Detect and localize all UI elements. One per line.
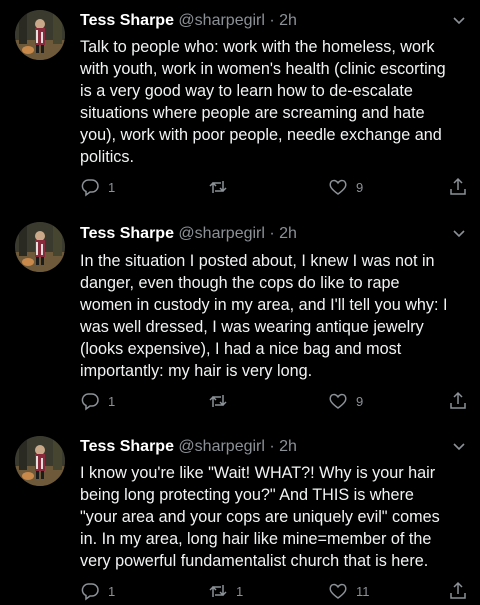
text-line: very powerful fundamentalist church that… — [80, 552, 429, 570]
retweet-icon — [209, 585, 227, 597]
heart-icon — [329, 393, 347, 409]
avatar[interactable] — [15, 436, 65, 486]
display-name[interactable]: Tess Sharpe — [80, 438, 174, 455]
reply-icon — [81, 583, 99, 601]
text-line: "your area and your cops are uniquely ev… — [80, 508, 440, 526]
text-line: politics. — [80, 148, 134, 166]
separator: · — [269, 438, 275, 455]
heart-icon — [329, 179, 347, 195]
share-icon — [450, 391, 466, 409]
tweet-actions: 1 9 — [80, 391, 470, 415]
like-count: 9 — [356, 179, 364, 195]
like-count: 9 — [356, 393, 364, 409]
share-button[interactable] — [448, 177, 468, 197]
handle[interactable]: @sharpegirl — [178, 12, 265, 29]
reply-count: 1 — [108, 393, 116, 409]
heart-icon — [329, 583, 347, 599]
text-line: In the situation I posted about, I knew … — [80, 252, 435, 270]
text-line: danger, even though the cops do like to … — [80, 274, 400, 292]
display-name[interactable]: Tess Sharpe — [80, 12, 174, 29]
handle[interactable]: @sharpegirl — [178, 225, 265, 242]
text-line: being long protecting you?" And THIS is … — [80, 486, 414, 504]
tweet-actions: 1 1 11 — [80, 581, 470, 605]
retweet-icon — [209, 395, 227, 407]
like-button[interactable]: 9 — [328, 177, 363, 197]
text-line: Talk to people who: work with the homele… — [80, 38, 435, 56]
reply-button[interactable]: 1 — [80, 581, 115, 601]
retweet-button[interactable] — [208, 177, 236, 197]
avatar[interactable] — [15, 10, 65, 60]
tweet-actions: 1 9 — [80, 177, 470, 201]
retweet-button[interactable]: 1 — [208, 581, 243, 601]
text-line: women in custody in my area, and I'll te… — [80, 296, 448, 314]
tweet-text: Talk to people who: work with the homele… — [80, 36, 468, 168]
reply-icon — [81, 393, 99, 411]
chevron-down-icon[interactable] — [452, 442, 466, 452]
text-line: (looks expensive), I had a nice bag and … — [80, 340, 402, 358]
handle[interactable]: @sharpegirl — [178, 438, 265, 455]
tweet-header: Tess Sharpe @sharpegirl · 2h — [80, 225, 297, 243]
text-line: in. In my area, long hair like mine=memb… — [80, 530, 432, 548]
timestamp[interactable]: 2h — [279, 438, 297, 455]
share-button[interactable] — [448, 391, 468, 411]
text-line: with youth, work in women's health (clin… — [80, 60, 446, 78]
text-line: you), work with poor people, needle exch… — [80, 126, 442, 144]
tweet-header: Tess Sharpe @sharpegirl · 2h — [80, 438, 297, 456]
reply-icon — [81, 179, 99, 197]
timestamp[interactable]: 2h — [279, 12, 297, 29]
share-button[interactable] — [448, 581, 468, 601]
avatar[interactable] — [15, 222, 65, 272]
retweet-icon — [209, 181, 227, 193]
share-icon — [450, 177, 466, 195]
text-line: importantly: my hair is very long. — [80, 362, 313, 380]
reply-button[interactable]: 1 — [80, 391, 115, 411]
text-line: situations where people are screaming an… — [80, 104, 425, 122]
text-line: is a very good way to learn how to de-es… — [80, 82, 413, 100]
retweet-button[interactable] — [208, 391, 236, 411]
reply-count: 1 — [108, 583, 116, 599]
like-button[interactable]: 11 — [328, 581, 370, 601]
chevron-down-icon[interactable] — [452, 229, 466, 239]
display-name[interactable]: Tess Sharpe — [80, 225, 174, 242]
chevron-down-icon[interactable] — [452, 16, 466, 26]
separator: · — [269, 225, 275, 242]
tweet-text: I know you're like "Wait! WHAT?! Why is … — [80, 462, 468, 572]
like-button[interactable]: 9 — [328, 391, 363, 411]
like-count: 11 — [356, 583, 370, 599]
reply-button[interactable]: 1 — [80, 177, 115, 197]
text-line: I know you're like "Wait! WHAT?! Why is … — [80, 464, 436, 482]
reply-count: 1 — [108, 179, 116, 195]
separator: · — [269, 12, 275, 29]
share-icon — [450, 581, 466, 599]
tweet-header: Tess Sharpe @sharpegirl · 2h — [80, 12, 297, 30]
text-line: was well dressed, I was wearing antique … — [80, 318, 424, 336]
retweet-count: 1 — [236, 583, 244, 599]
timestamp[interactable]: 2h — [279, 225, 297, 242]
tweet-text: In the situation I posted about, I knew … — [80, 250, 468, 382]
